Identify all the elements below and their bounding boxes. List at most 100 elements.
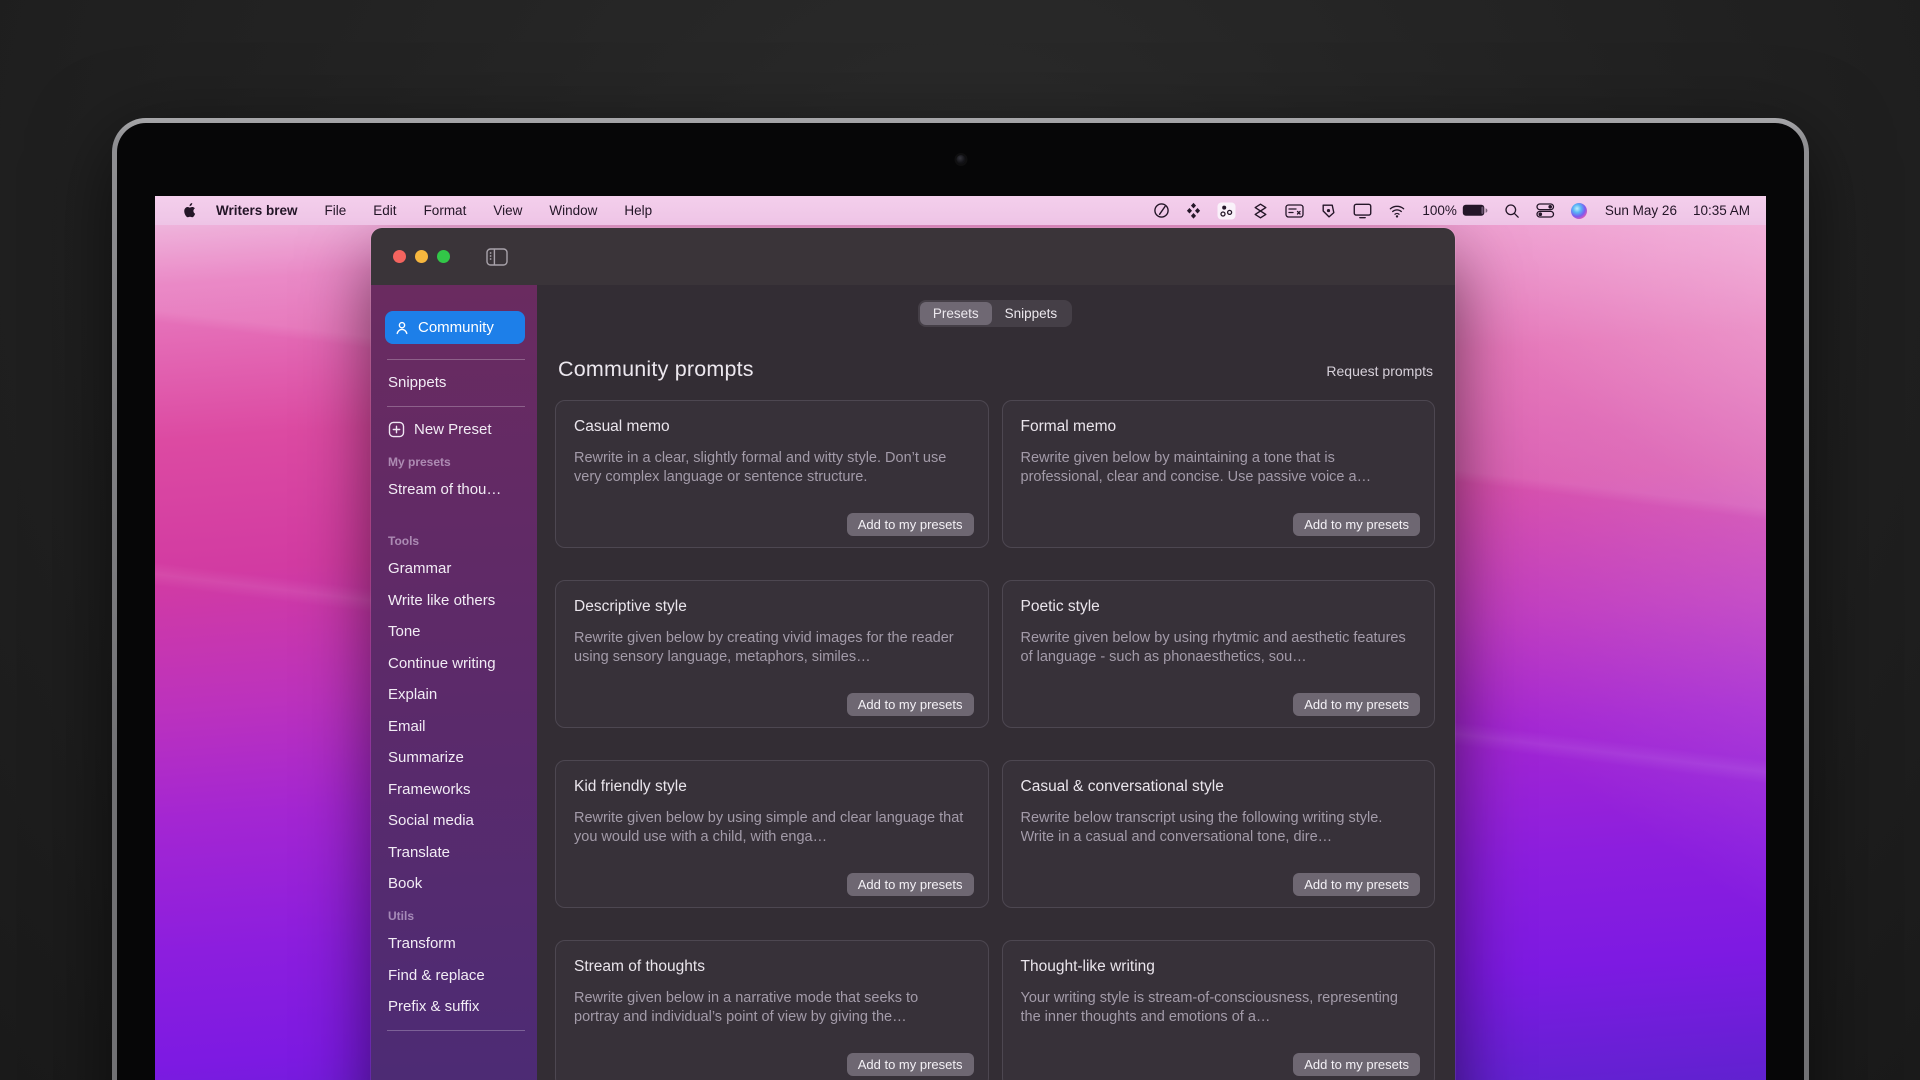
menu-window[interactable]: Window	[549, 203, 597, 218]
add-to-my-presets-button[interactable]: Add to my presets	[847, 873, 974, 896]
menu-time[interactable]: 10:35 AM	[1693, 203, 1750, 218]
sidebar-item-tone[interactable]: Tone	[385, 623, 525, 641]
card-description: Your writing style is stream-of-consciou…	[1021, 989, 1417, 1028]
sidebar-item-continue-writing[interactable]: Continue writing	[385, 655, 525, 673]
utils-list: Transform Find & replace Prefix & suffix	[385, 935, 525, 1016]
card-description: Rewrite in a clear, slightly formal and …	[574, 449, 970, 488]
card-description: Rewrite given below by using simple and …	[574, 809, 970, 848]
prompt-card-poetic-style: Poetic style Rewrite given below by usin…	[1002, 580, 1436, 728]
apple-menu-icon[interactable]	[182, 202, 197, 219]
sidebar-item-write-like-others[interactable]: Write like others	[385, 592, 525, 610]
tab-presets[interactable]: Presets	[920, 302, 992, 325]
laptop-bezel: Writers brew File Edit Format View Windo…	[117, 123, 1804, 1080]
sidebar-item-summarize[interactable]: Summarize	[385, 749, 525, 767]
battery-icon	[1462, 204, 1488, 217]
sidebar: Community Snippets New Preset	[371, 285, 537, 1080]
close-button[interactable]	[393, 250, 406, 263]
sidebar-item-stream-of-thoughts[interactable]: Stream of thou…	[385, 481, 525, 498]
plus-square-icon	[388, 421, 405, 438]
sidebar-item-frameworks[interactable]: Frameworks	[385, 781, 525, 799]
prompt-card-thought-like-writing: Thought-like writing Your writing style …	[1002, 940, 1436, 1080]
menu-format[interactable]: Format	[424, 203, 467, 218]
tools-list: Grammar Write like others Tone Continue …	[385, 560, 525, 893]
card-description: Rewrite given below by using rhytmic and…	[1021, 629, 1417, 668]
sidebar-item-grammar[interactable]: Grammar	[385, 560, 525, 578]
new-preset-button[interactable]: New Preset	[385, 421, 525, 438]
prompt-card-kid-friendly-style: Kid friendly style Rewrite given below b…	[555, 760, 989, 908]
menu-file[interactable]: File	[325, 203, 347, 218]
sidebar-item-find-replace[interactable]: Find & replace	[385, 967, 525, 985]
wifi-icon[interactable]	[1388, 204, 1406, 218]
sidebar-item-label: Community	[418, 319, 494, 336]
menu-app-name[interactable]: Writers brew	[216, 203, 298, 218]
prompt-card-grid: Casual memo Rewrite in a clear, slightly…	[555, 400, 1435, 1080]
battery-status[interactable]: 100%	[1422, 203, 1488, 218]
sidebar-item-book[interactable]: Book	[385, 875, 525, 893]
desktop-background: Writers brew File Edit Format View Windo…	[0, 0, 1920, 1080]
card-description: Rewrite given below by maintaining a ton…	[1021, 449, 1417, 488]
control-center-icon[interactable]	[1536, 203, 1555, 218]
input-switcher-icon[interactable]	[1285, 203, 1304, 219]
menu-edit[interactable]: Edit	[373, 203, 396, 218]
new-preset-label: New Preset	[414, 421, 492, 438]
sidebar-toggle-icon[interactable]	[485, 247, 509, 267]
app-window: Community Snippets New Preset	[371, 228, 1455, 1080]
add-to-my-presets-button[interactable]: Add to my presets	[847, 513, 974, 536]
sidebar-divider	[387, 1030, 525, 1031]
prompt-card-formal-memo: Formal memo Rewrite given below by maint…	[1002, 400, 1436, 548]
dropshare-icon[interactable]	[1320, 202, 1337, 220]
menu-date[interactable]: Sun May 26	[1605, 203, 1677, 218]
prompt-card-stream-of-thoughts: Stream of thoughts Rewrite given below i…	[555, 940, 989, 1080]
sidebar-item-explain[interactable]: Explain	[385, 686, 525, 704]
zoom-button[interactable]	[437, 250, 450, 263]
sidebar-divider	[387, 406, 525, 407]
webcam-dot	[956, 155, 965, 164]
add-to-my-presets-button[interactable]: Add to my presets	[1293, 1053, 1420, 1076]
request-prompts-link[interactable]: Request prompts	[1326, 363, 1433, 379]
prompt-card-casual-memo: Casual memo Rewrite in a clear, slightly…	[555, 400, 989, 548]
display-mirroring-icon[interactable]	[1353, 203, 1372, 219]
sidebar-divider	[387, 359, 525, 360]
sidebar-item-snippets[interactable]: Snippets	[385, 374, 525, 391]
add-to-my-presets-button[interactable]: Add to my presets	[1293, 693, 1420, 716]
card-title: Descriptive style	[574, 598, 970, 616]
card-title: Poetic style	[1021, 598, 1417, 616]
menu-bar: Writers brew File Edit Format View Windo…	[155, 196, 1766, 225]
window-titlebar	[371, 228, 1455, 285]
screen-wallpaper: Writers brew File Edit Format View Windo…	[155, 196, 1766, 1080]
spotlight-search-icon[interactable]	[1504, 203, 1520, 219]
sidebar-item-translate[interactable]: Translate	[385, 844, 525, 862]
menu-view[interactable]: View	[493, 203, 522, 218]
tab-snippets[interactable]: Snippets	[992, 302, 1071, 325]
sidebar-item-prefix-suffix[interactable]: Prefix & suffix	[385, 998, 525, 1016]
laptop-frame: Writers brew File Edit Format View Windo…	[112, 118, 1809, 1080]
add-to-my-presets-button[interactable]: Add to my presets	[1293, 513, 1420, 536]
prompt-card-casual-conversational-style: Casual & conversational style Rewrite be…	[1002, 760, 1436, 908]
section-label-my-presets: My presets	[385, 455, 525, 469]
sidebar-item-transform[interactable]: Transform	[385, 935, 525, 953]
card-title: Stream of thoughts	[574, 958, 970, 976]
minimize-button[interactable]	[415, 250, 428, 263]
add-to-my-presets-button[interactable]: Add to my presets	[847, 1053, 974, 1076]
stats-dots-icon[interactable]	[1217, 202, 1236, 220]
add-to-my-presets-button[interactable]: Add to my presets	[847, 693, 974, 716]
page-title: Community prompts	[558, 357, 754, 382]
card-description: Rewrite given below by creating vivid im…	[574, 629, 970, 668]
add-to-my-presets-button[interactable]: Add to my presets	[1293, 873, 1420, 896]
sidebar-item-community[interactable]: Community	[385, 311, 525, 344]
shottr-icon[interactable]	[1252, 202, 1269, 220]
person-icon	[394, 320, 410, 336]
card-description: Rewrite given below in a narrative mode …	[574, 989, 970, 1028]
content-header: Community prompts Request prompts	[555, 357, 1435, 382]
tailscale-icon[interactable]	[1186, 202, 1201, 219]
siri-icon[interactable]	[1571, 203, 1587, 219]
main-content: Presets Snippets Community prompts Reque…	[537, 285, 1455, 1080]
menu-bar-status-area: 100%	[1153, 202, 1766, 220]
section-label-utils: Utils	[385, 909, 525, 923]
sidebar-item-social-media[interactable]: Social media	[385, 812, 525, 830]
menu-help[interactable]: Help	[624, 203, 652, 218]
card-title: Casual memo	[574, 418, 970, 436]
sidebar-item-email[interactable]: Email	[385, 718, 525, 736]
focus-mode-icon[interactable]	[1153, 202, 1170, 219]
card-title: Formal memo	[1021, 418, 1417, 436]
